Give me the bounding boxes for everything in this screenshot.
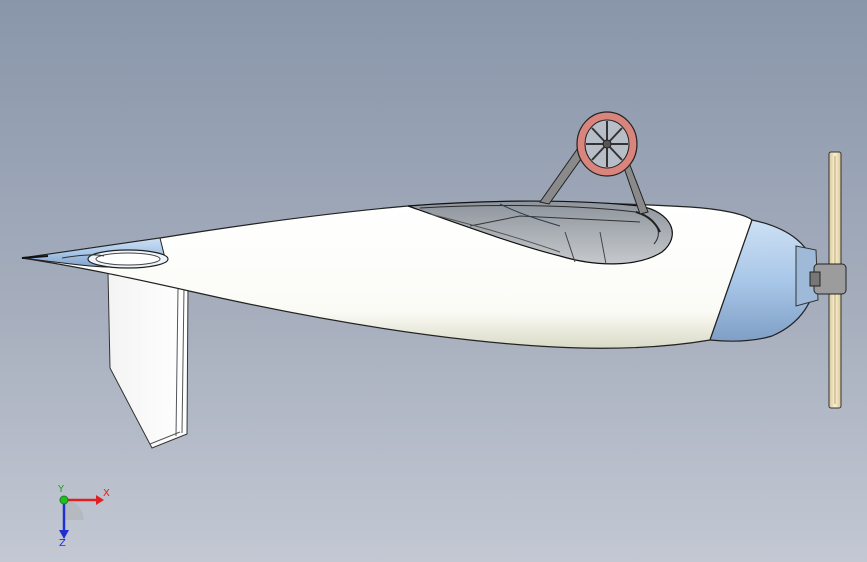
y-axis-label: Y (57, 484, 65, 495)
axis-triad: X Y Z (57, 484, 110, 546)
steering-wheel[interactable] (576, 111, 638, 177)
y-axis-dot (59, 495, 69, 505)
tail-fin[interactable] (107, 271, 189, 449)
z-axis-label: Z (59, 538, 66, 546)
propeller[interactable] (809, 151, 847, 409)
cad-viewport[interactable]: X Y Z (0, 0, 867, 562)
airplane-model[interactable] (0, 0, 867, 562)
x-axis-label: X (103, 488, 110, 499)
